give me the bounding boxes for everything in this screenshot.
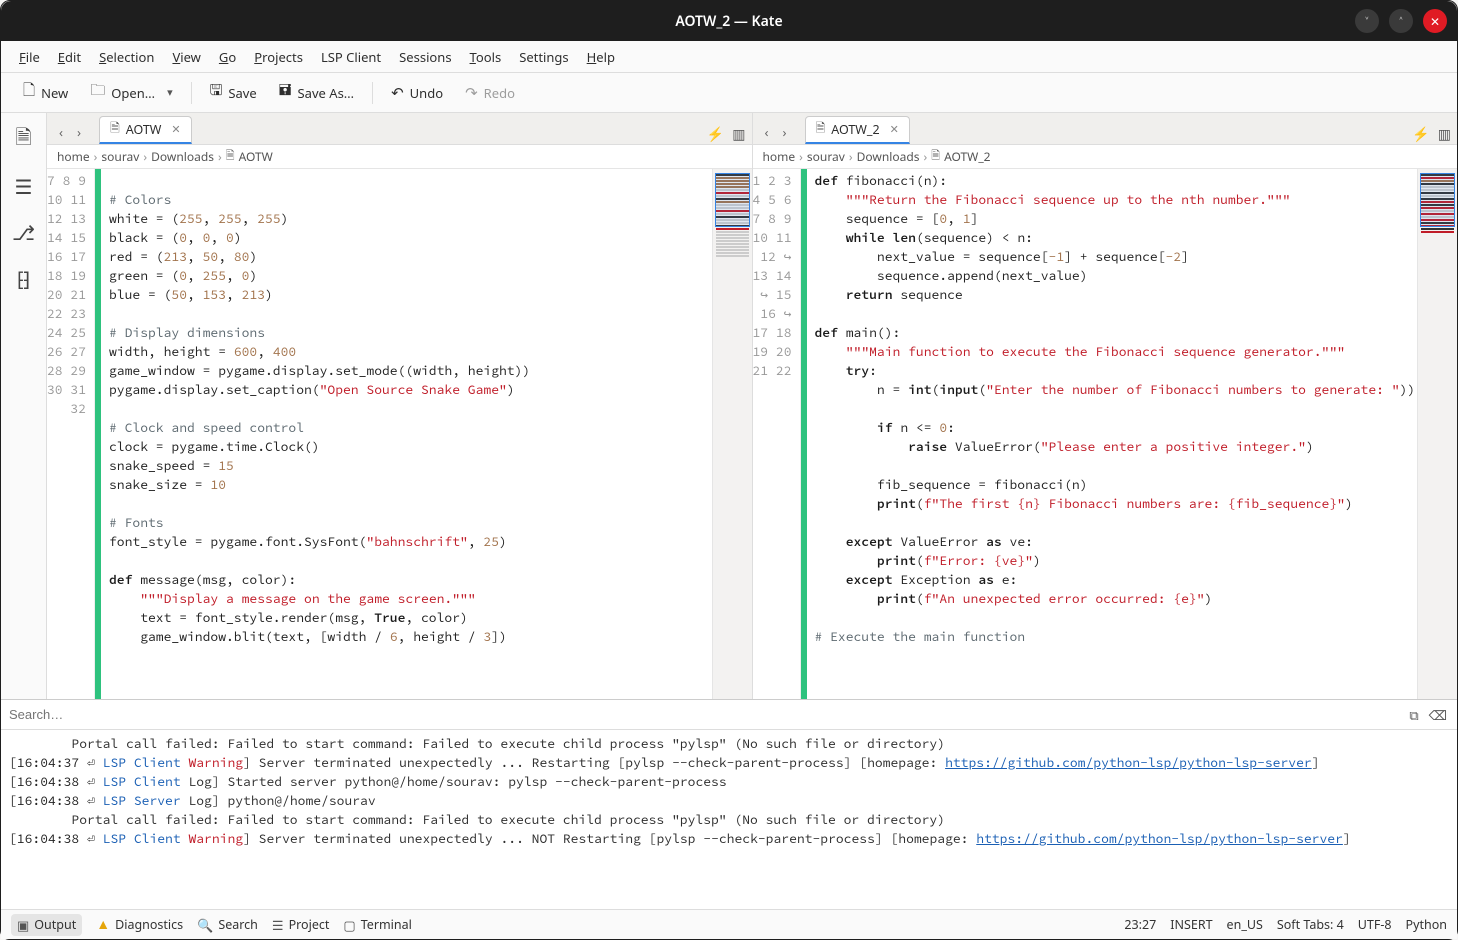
editor-split: ‹ › 🗎 AOTW ✕ ⚡ ▥ home› sourav› Downloads… (47, 113, 1457, 699)
save-as-icon: 🖬 (279, 80, 292, 105)
minimap-viewport[interactable] (715, 173, 750, 227)
close-tab-icon[interactable]: ✕ (886, 122, 899, 137)
menu-go[interactable]: Go (211, 44, 244, 70)
status-encoding[interactable]: UTF-8 (1358, 916, 1392, 933)
titlebar: AOTW_2 — Kate ˅ ˄ ✕ (1, 1, 1457, 41)
breadcrumb-right[interactable]: home› sourav› Downloads› 🗎 AOTW_2 (753, 145, 1458, 169)
tab-prev-button[interactable]: ‹ (759, 120, 775, 144)
redo-button[interactable]: ↷Redo (457, 79, 523, 107)
menu-tools[interactable]: Tools (462, 44, 510, 70)
tab-prev-button[interactable]: ‹ (53, 120, 69, 144)
close-tab-icon[interactable]: ✕ (167, 122, 180, 137)
status-output[interactable]: ▣Output (11, 914, 82, 936)
tab-label: AOTW (126, 121, 162, 138)
code-area[interactable]: # Colors white = (255, 255, 255) black =… (101, 169, 712, 699)
status-diagnostics[interactable]: ▲Diagnostics (96, 915, 183, 934)
menubar: File Edit Selection View Go Projects LSP… (1, 41, 1457, 73)
split-view-icon[interactable]: ▥ (1438, 125, 1451, 144)
save-button[interactable]: 🖫Save (202, 76, 265, 109)
window-title: AOTW_2 — Kate (675, 12, 782, 31)
close-window-button[interactable]: ✕ (1423, 9, 1447, 33)
output-search-input[interactable] (1, 703, 1399, 726)
menu-file[interactable]: File (11, 44, 48, 70)
breadcrumb-left[interactable]: home› sourav› Downloads› 🗎 AOTW (47, 145, 752, 169)
status-project[interactable]: ☰Project (272, 916, 329, 934)
git-icon[interactable]: ⎇ (7, 215, 41, 249)
tab-next-button[interactable]: › (71, 120, 87, 144)
maximize-button[interactable]: ˄ (1389, 9, 1413, 33)
status-indent[interactable]: Soft Tabs: 4 (1277, 916, 1344, 933)
output-icon: ▣ (17, 916, 29, 934)
chevron-down-icon[interactable]: ▾ (161, 85, 173, 100)
minimize-button[interactable]: ˅ (1355, 9, 1379, 33)
tab-label: AOTW_2 (831, 121, 879, 138)
output-log[interactable]: Portal call failed: Failed to start comm… (1, 730, 1457, 909)
code-area[interactable]: def fibonacci(n): """Return the Fibonacc… (807, 169, 1418, 699)
menu-projects[interactable]: Projects (246, 44, 311, 70)
menu-selection[interactable]: Selection (91, 44, 162, 70)
document-icon: 🗎 (931, 147, 940, 166)
tab-aotw2[interactable]: 🗎 AOTW_2 ✕ (805, 116, 910, 144)
tab-bar-left: ‹ › 🗎 AOTW ✕ ⚡ ▥ (47, 113, 752, 145)
undo-button[interactable]: ↶Undo (383, 79, 451, 107)
tab-next-button[interactable]: › (777, 120, 793, 144)
documents-icon[interactable]: 🗎 (7, 123, 41, 157)
clear-icon[interactable]: ⌫ (1429, 706, 1447, 724)
editor-pane-right: ‹ › 🗎 AOTW_2 ✕ ⚡ ▥ home› sourav› Downloa… (753, 113, 1458, 699)
code-editor-left[interactable]: 7 8 9 10 11 12 13 14 15 16 17 18 19 20 2… (47, 169, 752, 699)
document-icon: 🗎 (816, 119, 826, 140)
status-search[interactable]: 🔍Search (197, 916, 258, 934)
split-view-icon[interactable]: ▥ (732, 125, 745, 144)
toolbar: 🗋New 🗀Open…▾ 🖫Save 🖬Save As… ↶Undo ↷Redo (1, 73, 1457, 113)
document-icon: 🗎 (110, 119, 120, 140)
undo-icon: ↶ (391, 83, 404, 103)
terminal-icon: ▢ (343, 916, 355, 934)
search-icon: 🔍 (197, 916, 213, 934)
save-icon: 🖫 (210, 80, 223, 105)
minimap-viewport[interactable] (1420, 173, 1455, 227)
window-controls: ˅ ˄ ✕ (1355, 9, 1447, 33)
tab-bar-right: ‹ › 🗎 AOTW_2 ✕ ⚡ ▥ (753, 113, 1458, 145)
line-gutter: 1 2 3 4 5 6 7 8 9 10 11 12 ↪ 13 14 ↪ 15 … (753, 169, 801, 699)
line-gutter: 7 8 9 10 11 12 13 14 15 16 17 18 19 20 2… (47, 169, 95, 699)
status-edit-mode[interactable]: INSERT (1170, 916, 1212, 933)
document-icon: 🗎 (226, 147, 235, 166)
status-cursor-pos[interactable]: 23:27 (1124, 916, 1156, 933)
status-language[interactable]: Python (1406, 916, 1447, 933)
activity-bar: 🗎 ☰ ⎇ ⁅⁆ (1, 113, 47, 699)
status-locale[interactable]: en_US (1227, 916, 1263, 933)
quick-open-icon[interactable]: ⚡ (1412, 125, 1429, 144)
statusbar: ▣Output ▲Diagnostics 🔍Search ☰Project ▢T… (1, 909, 1457, 939)
open-icon: 🗀 (90, 80, 105, 105)
quick-open-icon[interactable]: ⚡ (707, 125, 724, 144)
menu-settings[interactable]: Settings (511, 44, 576, 70)
copy-icon[interactable]: ⧉ (1409, 706, 1418, 724)
tab-aotw[interactable]: 🗎 AOTW ✕ (99, 116, 192, 144)
save-as-button[interactable]: 🖬Save As… (271, 76, 362, 109)
bottom-panel: ⧉ ⌫ Portal call failed: Failed to start … (1, 699, 1457, 909)
warning-icon: ▲ (96, 915, 110, 934)
open-button[interactable]: 🗀Open…▾ (82, 76, 180, 109)
menu-sessions[interactable]: Sessions (391, 44, 459, 70)
status-terminal[interactable]: ▢Terminal (343, 916, 411, 934)
menu-edit[interactable]: Edit (50, 44, 89, 70)
lsp-symbols-icon[interactable]: ⁅⁆ (7, 261, 41, 295)
menu-lsp[interactable]: LSP Client (313, 44, 389, 70)
menu-help[interactable]: Help (579, 44, 623, 70)
outline-icon[interactable]: ☰ (7, 169, 41, 203)
menu-view[interactable]: View (164, 44, 208, 70)
minimap-left[interactable] (712, 169, 752, 699)
new-file-icon: 🗋 (23, 80, 35, 105)
code-editor-right[interactable]: 1 2 3 4 5 6 7 8 9 10 11 12 ↪ 13 14 ↪ 15 … (753, 169, 1458, 699)
editor-pane-left: ‹ › 🗎 AOTW ✕ ⚡ ▥ home› sourav› Downloads… (47, 113, 753, 699)
redo-icon: ↷ (465, 83, 478, 103)
minimap-right[interactable] (1417, 169, 1457, 699)
project-icon: ☰ (272, 916, 284, 934)
output-search-row: ⧉ ⌫ (1, 700, 1457, 730)
new-button[interactable]: 🗋New (15, 76, 76, 109)
